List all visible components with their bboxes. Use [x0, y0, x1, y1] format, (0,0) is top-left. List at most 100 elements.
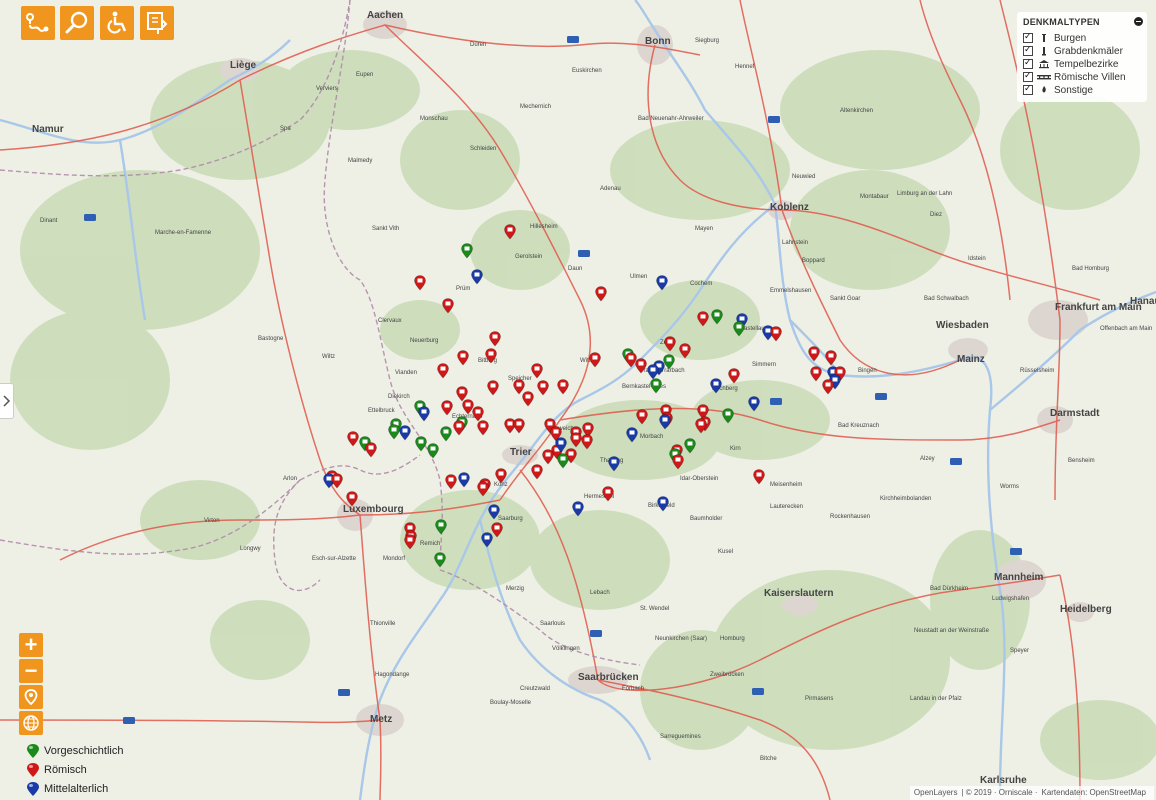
city-label: Thionville — [370, 621, 396, 627]
marker-symbol-icon — [611, 459, 617, 464]
marker-symbol-icon — [407, 525, 413, 530]
marker-symbol-icon — [474, 272, 480, 277]
city-label: Bad Kreuznach — [838, 423, 879, 429]
accessibility-button[interactable] — [100, 6, 134, 40]
location-pin-icon — [24, 689, 38, 705]
legend-title: DENKMALTYPEN — [1023, 17, 1100, 27]
info-button[interactable] — [140, 6, 174, 40]
marker-symbol-icon — [598, 289, 604, 294]
checkbox[interactable] — [1023, 70, 1033, 82]
city-label: Bad Schwalbach — [924, 296, 969, 302]
zoom-in-button[interactable]: + — [19, 633, 43, 657]
checkbox[interactable] — [1023, 83, 1033, 95]
city-label: Ettelbruck — [368, 408, 396, 414]
city-label: Hagondange — [375, 672, 410, 678]
attribution: OpenLayers | © 2019 · Orniscale · Kartenda… — [909, 786, 1154, 800]
city-label: Bensheim — [1068, 458, 1095, 464]
city-label: Neuwied — [792, 174, 815, 180]
marker-symbol-icon — [464, 246, 470, 251]
route-button[interactable] — [21, 6, 55, 40]
city-label: Montabaur — [860, 194, 889, 200]
marker-symbol-icon — [445, 301, 451, 306]
city-label: Lahnstein — [782, 240, 808, 246]
marker-symbol-icon — [828, 353, 834, 358]
legend-panel: DENKMALTYPEN Burgen Grabdenkmäler Tempel… — [1017, 12, 1147, 102]
city-label: Ludwigshafen — [992, 596, 1029, 602]
tower-icon — [1042, 34, 1046, 42]
grave-pillar-icon — [1042, 47, 1046, 56]
side-panel-toggle[interactable] — [0, 383, 14, 419]
city-label: Vianden — [395, 370, 417, 376]
marker-symbol-icon — [459, 389, 465, 394]
period-legend-item-medieval: Mittelalterlich — [26, 779, 124, 798]
city-label: Hillesheim — [530, 224, 558, 230]
city-label: Longwy — [240, 546, 261, 552]
marker-symbol-icon — [663, 407, 669, 412]
city-label: Bonn — [645, 36, 671, 47]
legend-item-roemische-villen[interactable]: Römische Villen — [1023, 70, 1126, 83]
city-label: Clervaux — [378, 318, 402, 324]
city-label: Lauterecken — [770, 504, 803, 510]
marker-symbol-icon — [334, 476, 340, 481]
marker-symbol-icon — [553, 429, 559, 434]
marker-symbol-icon — [534, 366, 540, 371]
city-label: Frankfurt am Main — [1055, 302, 1142, 313]
marker-symbol-icon — [444, 403, 450, 408]
city-label: Morbach — [640, 434, 663, 440]
city-label: Gerolstein — [515, 254, 542, 260]
copyright-text: | © 2019 · Orniscale · — [961, 788, 1038, 797]
marker-symbol-icon — [437, 555, 443, 560]
map-canvas[interactable]: Aachen Bonn Liège Namur Koblenz Wiesbaden Main… — [0, 0, 1156, 800]
collapse-icon[interactable] — [1134, 17, 1143, 26]
legend-item-label: Römische Villen — [1054, 71, 1126, 83]
city-label: Simmern — [752, 362, 776, 368]
legend-item-sonstige[interactable]: Sonstige — [1023, 83, 1093, 96]
city-label: Limburg an der Lahn — [897, 191, 952, 197]
city-label: Wiltz — [322, 354, 335, 360]
period-legend-item-roman: Römisch — [26, 760, 124, 779]
marker-symbol-icon — [443, 429, 449, 434]
city-label: Virton — [204, 518, 220, 524]
city-label: Sankt Vith — [372, 226, 399, 232]
checkbox[interactable] — [1023, 44, 1033, 56]
marker-symbol-icon — [713, 381, 719, 386]
marker-symbol-icon — [547, 421, 553, 426]
checkbox[interactable] — [1023, 57, 1033, 69]
layers-button[interactable] — [19, 711, 43, 735]
flame-icon — [1042, 86, 1046, 93]
city-label: Euskirchen — [572, 68, 602, 74]
marker-symbol-icon — [756, 472, 762, 477]
legend-item-tempelbezirke[interactable]: Tempelbezirke — [1023, 57, 1118, 70]
marker-symbol-icon — [507, 421, 513, 426]
marker-symbol-icon — [736, 324, 742, 329]
city-label: Darmstadt — [1050, 408, 1100, 419]
city-label: Neunkirchen (Saar) — [655, 636, 707, 642]
search-button[interactable] — [60, 6, 94, 40]
openlayers-link[interactable]: OpenLayers — [914, 788, 958, 797]
city-label: Arlon — [283, 476, 297, 482]
marker-symbol-icon — [498, 471, 504, 476]
city-label: Altenkirchen — [840, 108, 873, 114]
legend-item-grabdenkmaeler[interactable]: Grabdenkmäler — [1023, 44, 1123, 57]
legend-item-burgen[interactable]: Burgen — [1023, 31, 1086, 44]
city-label: Idstein — [968, 256, 986, 262]
marker-symbol-icon — [368, 445, 374, 450]
kartendaten-link[interactable]: Kartendaten: OpenStreetMap — [1041, 788, 1146, 797]
pin-icon — [27, 781, 39, 796]
marker-symbol-icon — [659, 278, 665, 283]
city-label: Daun — [568, 266, 582, 272]
checkbox[interactable] — [1023, 31, 1033, 43]
city-label: Mannheim — [994, 572, 1044, 583]
city-label: Rüsselsheim — [1020, 368, 1054, 374]
zoom-out-button[interactable]: − — [19, 659, 43, 683]
locate-button[interactable] — [19, 685, 43, 709]
city-label: Merzig — [506, 586, 524, 592]
marker-symbol-icon — [507, 227, 513, 232]
city-label: Saarburg — [498, 516, 523, 522]
marker-symbol-icon — [448, 477, 454, 482]
city-label: Speyer — [1010, 648, 1029, 654]
city-label: Esch-sur-Alzette — [312, 556, 357, 562]
marker-symbol-icon — [825, 382, 831, 387]
city-label: Remich — [420, 541, 440, 547]
marker-symbol-icon — [465, 402, 471, 407]
